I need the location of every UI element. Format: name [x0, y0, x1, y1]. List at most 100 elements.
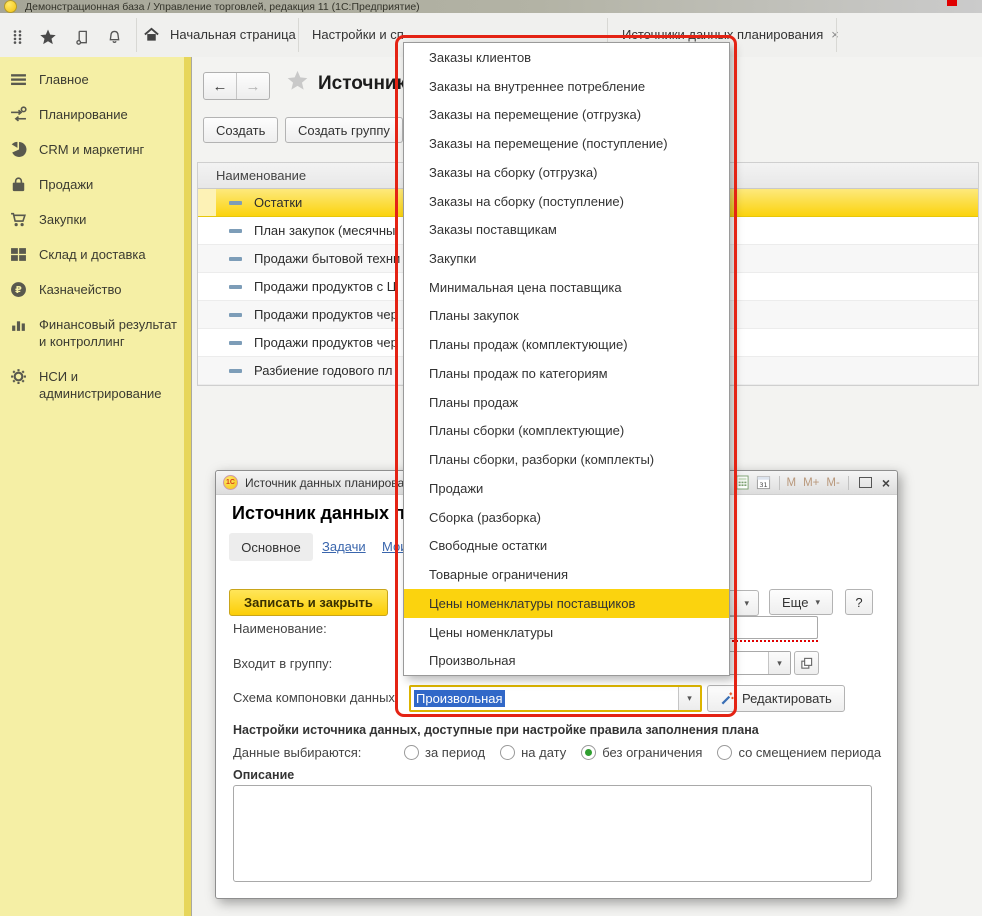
dropdown-item[interactable]: Сборка (разборка): [404, 503, 729, 532]
main-menu-button[interactable]: [4, 0, 17, 13]
dropdown-item-label: Товарные ограничения: [429, 567, 568, 582]
dropdown-item-label: Продажи: [429, 481, 483, 496]
dropdown-item[interactable]: Заказы на сборку (поступление): [404, 187, 729, 216]
chevron-down-icon: ▾: [815, 597, 820, 608]
sidebar-item[interactable]: Финансовый результат и контроллинг: [0, 307, 184, 359]
maximize-icon[interactable]: [859, 477, 872, 488]
help-button[interactable]: ?: [845, 589, 873, 615]
sidebar-item[interactable]: ₽ Казначейство: [0, 272, 184, 307]
dropdown-item[interactable]: Цены номенклатуры поставщиков: [404, 589, 729, 618]
row-label: План закупок (месячны: [254, 223, 395, 238]
dropdown-item[interactable]: Планы сборки (комплектующие): [404, 417, 729, 446]
radio-option[interactable]: на дату: [500, 745, 566, 760]
dropdown-item[interactable]: Минимальная цена поставщика: [404, 273, 729, 302]
dropdown-item-label: Свободные остатки: [429, 538, 547, 553]
favorites-star-icon[interactable]: [38, 27, 58, 47]
settings-section-header: Настройки источника данных, доступные пр…: [233, 723, 759, 737]
dropdown-item[interactable]: Планы сборки, разборки (комплекты): [404, 445, 729, 474]
tab-settings[interactable]: Настройки и сп: [312, 13, 404, 56]
dropdown-item[interactable]: Свободные остатки: [404, 531, 729, 560]
radio-label: на дату: [521, 745, 566, 760]
schema-combobox[interactable]: Произвольная ▾: [409, 685, 702, 712]
sidebar-item[interactable]: Склад и доставка: [0, 237, 184, 272]
dropdown-item[interactable]: Заказы на сборку (отгрузка): [404, 158, 729, 187]
description-textarea[interactable]: [233, 785, 872, 882]
toolbar-separator: [136, 18, 137, 52]
dialog-tab-main[interactable]: Основное: [229, 533, 313, 561]
sidebar-item-label: Продажи: [39, 176, 180, 193]
dialog-tab-tasks[interactable]: Задачи: [322, 539, 366, 554]
chevron-down-icon[interactable]: ▾: [768, 652, 790, 674]
sidebar-item-label: Главное: [39, 71, 180, 88]
sidebar-item[interactable]: Закупки: [0, 202, 184, 237]
row-indent: [198, 301, 216, 328]
sidebar-item[interactable]: Планирование: [0, 97, 184, 132]
row-label: Продажи продуктов чер: [254, 307, 398, 322]
dropdown-item[interactable]: Продажи: [404, 474, 729, 503]
calendar-icon[interactable]: 31: [756, 475, 771, 490]
dropdown-item[interactable]: Заказы на внутреннее потребление: [404, 72, 729, 101]
row-label: Разбиение годового пл: [254, 363, 393, 378]
dropdown-item[interactable]: Заказы на перемещение (отгрузка): [404, 100, 729, 129]
radio-label: со смещением периода: [738, 745, 881, 760]
row-label: Продажи продуктов чер: [254, 335, 398, 350]
notifications-bell-icon[interactable]: [104, 27, 124, 47]
page-favorite-star-icon[interactable]: [286, 69, 309, 97]
dropdown-item-label: Планы продаж (комплектующие): [429, 337, 628, 352]
history-icon[interactable]: [72, 27, 92, 47]
element-icon: [216, 229, 254, 233]
back-arrow-icon[interactable]: ←: [204, 73, 237, 99]
tab-home[interactable]: Начальная страница: [141, 13, 296, 56]
dropdown-item-label: Заказы на сборку (отгрузка): [429, 165, 597, 180]
cart-icon: [10, 211, 27, 228]
calc-m-plus-button[interactable]: M+: [803, 477, 819, 489]
calc-m-button[interactable]: M: [787, 477, 797, 489]
service-menu-icon[interactable]: [8, 27, 28, 47]
dropdown-item[interactable]: Товарные ограничения: [404, 560, 729, 589]
dropdown-item-label: Заказы на перемещение (отгрузка): [429, 107, 641, 122]
edit-button-label: Редактировать: [742, 691, 832, 706]
calculator-icon[interactable]: [736, 475, 749, 490]
sidebar-item[interactable]: Продажи: [0, 167, 184, 202]
element-icon: [216, 313, 254, 317]
edit-button[interactable]: Редактировать: [707, 685, 845, 712]
schema-value: Произвольная: [414, 690, 505, 707]
dropdown-item[interactable]: Цены номенклатуры: [404, 618, 729, 647]
radio-option[interactable]: за период: [404, 745, 485, 760]
radio-option[interactable]: без ограничения: [581, 745, 702, 760]
create-button[interactable]: Создать: [203, 117, 278, 143]
sidebar-item[interactable]: Главное: [0, 62, 184, 97]
row-indent: [198, 329, 216, 356]
forward-arrow-icon[interactable]: →: [237, 73, 269, 99]
calc-m-minus-button[interactable]: M-: [826, 477, 839, 489]
radio-option[interactable]: со смещением периода: [717, 745, 881, 760]
create-group-button[interactable]: Создать группу: [285, 117, 403, 143]
dropdown-item[interactable]: Планы продаж (комплектующие): [404, 330, 729, 359]
sidebar-item[interactable]: CRM и маркетинг: [0, 132, 184, 167]
close-icon[interactable]: ×: [882, 475, 890, 491]
dropdown-item[interactable]: Планы продаж: [404, 388, 729, 417]
element-icon: [216, 285, 254, 289]
more-button-label: Еще: [782, 595, 808, 610]
data-selection-row: Данные выбираются: за период на дату без…: [233, 745, 881, 760]
table-header-label: Наименование: [216, 168, 306, 183]
svg-text:31: 31: [759, 481, 767, 489]
dropdown-item[interactable]: Заказы клиентов: [404, 43, 729, 72]
chevron-down-icon[interactable]: ▾: [678, 687, 700, 710]
dropdown-item[interactable]: Заказы поставщикам: [404, 215, 729, 244]
save-and-close-button[interactable]: Записать и закрыть: [229, 589, 388, 616]
radio-circle-icon: [500, 745, 515, 760]
row-label: Продажи продуктов с Ц: [254, 279, 396, 294]
sidebar-item[interactable]: НСИ и администрирование: [0, 359, 184, 411]
sidebar-scroll-strip[interactable]: [184, 57, 191, 916]
dropdown-item[interactable]: Заказы на перемещение (поступление): [404, 129, 729, 158]
sidebar-item-label: Планирование: [39, 106, 180, 123]
more-button[interactable]: Еще ▾: [769, 589, 833, 615]
dropdown-item[interactable]: Планы закупок: [404, 302, 729, 331]
dropdown-item[interactable]: Произвольная: [404, 646, 729, 675]
dropdown-item[interactable]: Планы продаж по категориям: [404, 359, 729, 388]
sidebar-item-label: Закупки: [39, 211, 180, 228]
choose-from-list-button[interactable]: [794, 651, 819, 675]
dropdown-item[interactable]: Закупки: [404, 244, 729, 273]
menu-icon: [10, 71, 27, 88]
